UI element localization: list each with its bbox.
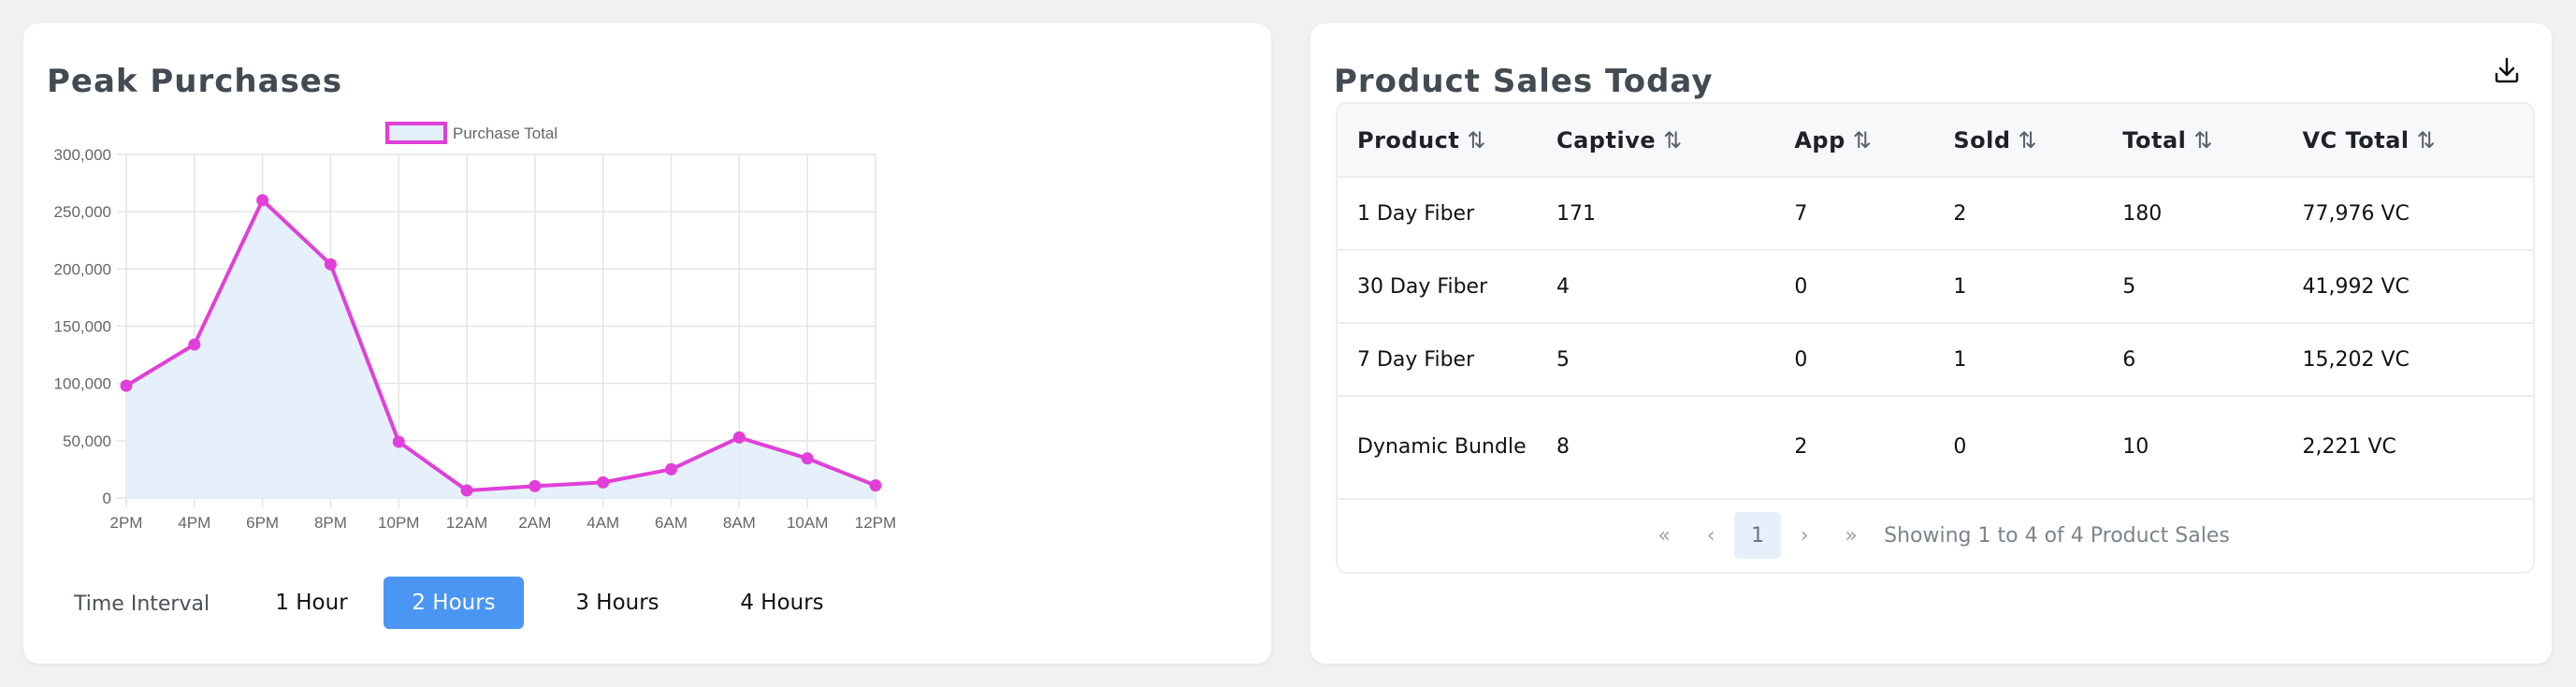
table-cell: 171 bbox=[1537, 177, 1775, 251]
x-tick-label: 8PM bbox=[314, 514, 347, 532]
table-cell: 1 Day Fiber bbox=[1338, 177, 1537, 251]
data-point bbox=[665, 462, 678, 475]
peak-purchases-card: Peak Purchases 0 50,000 100,000 150,000 200,… bbox=[23, 23, 1271, 664]
data-point bbox=[801, 452, 814, 465]
table-cell: 1 bbox=[1933, 250, 2104, 324]
legend-label: Purchase Total bbox=[453, 124, 557, 142]
table-cell: 5 bbox=[2103, 250, 2283, 324]
x-tick-label: 4AM bbox=[586, 514, 619, 532]
table-cell: 4 bbox=[1537, 250, 1775, 324]
x-tick-label: 10AM bbox=[787, 514, 828, 532]
table-cell: 180 bbox=[2103, 177, 2283, 251]
pagination-info: Showing 1 to 4 of 4 Product Sales bbox=[1884, 523, 2230, 548]
table-cell: 0 bbox=[1774, 250, 1934, 324]
x-tick-label: 8AM bbox=[723, 514, 756, 532]
y-tick-label: 150,000 bbox=[54, 318, 111, 336]
sort-icon[interactable]: ⇅ bbox=[1663, 127, 1683, 153]
table-row: 7 Day Fiber 5 0 1 6 15,202 VC bbox=[1338, 323, 2533, 397]
table-cell: 1 bbox=[1933, 323, 2104, 397]
x-tick-label: 12AM bbox=[446, 514, 487, 532]
purchase-chart: 0 50,000 100,000 150,000 200,000 250,000 300,0… bbox=[54, 122, 896, 532]
column-header-product[interactable]: Product ⇅ bbox=[1338, 104, 1537, 178]
data-point bbox=[528, 479, 542, 492]
data-point bbox=[392, 435, 405, 448]
sort-icon[interactable]: ⇅ bbox=[2019, 127, 2038, 153]
interval-4-hours-button[interactable]: 4 Hours bbox=[712, 577, 852, 629]
interval-2-hours-button[interactable]: 2 Hours bbox=[384, 577, 524, 629]
pagination: « ‹ 1 › » Showing 1 to 4 of 4 Product Sa… bbox=[1338, 499, 2533, 572]
table-cell: 2,221 VC bbox=[2282, 396, 2533, 500]
sort-icon[interactable]: ⇅ bbox=[1467, 127, 1486, 153]
x-tick-label: 2AM bbox=[518, 514, 551, 532]
table-cell: 41,992 VC bbox=[2282, 250, 2533, 324]
table-row: 30 Day Fiber 4 0 1 5 41,992 VC bbox=[1338, 250, 2533, 324]
x-tick-label: 10PM bbox=[378, 514, 419, 532]
x-tick-label: 2PM bbox=[110, 514, 143, 532]
table-row: 1 Day Fiber 171 7 2 180 77,976 VC bbox=[1338, 177, 2533, 251]
last-page-button[interactable]: » bbox=[1828, 512, 1874, 559]
data-point bbox=[120, 379, 133, 392]
data-point bbox=[256, 194, 269, 207]
column-header-label: App bbox=[1794, 126, 1845, 153]
table-cell: 77,976 VC bbox=[2282, 177, 2533, 251]
product-sales-card: Product Sales Today Product ⇅ Captive ⇅ App ⇅… bbox=[1310, 23, 2552, 664]
table-cell: Dynamic Bundle bbox=[1338, 396, 1537, 500]
column-header-label: VC Total bbox=[2302, 126, 2410, 153]
table-cell: 30 Day Fiber bbox=[1338, 250, 1537, 324]
interval-1-hour-button[interactable]: 1 Hour bbox=[241, 577, 382, 629]
column-header-captive[interactable]: Captive ⇅ bbox=[1537, 104, 1775, 178]
column-header-app[interactable]: App ⇅ bbox=[1774, 104, 1934, 178]
table-cell: 10 bbox=[2103, 396, 2283, 500]
download-icon[interactable] bbox=[2488, 51, 2525, 89]
table-cell: 0 bbox=[1933, 396, 2104, 500]
sort-icon[interactable]: ⇅ bbox=[1853, 127, 1873, 153]
table-cell: 2 bbox=[1933, 177, 2104, 251]
y-tick-label: 100,000 bbox=[54, 375, 111, 393]
data-point bbox=[869, 479, 882, 492]
table-cell: 15,202 VC bbox=[2282, 323, 2533, 397]
sort-icon[interactable]: ⇅ bbox=[2193, 127, 2213, 153]
table-cell: 5 bbox=[1537, 323, 1775, 397]
prev-page-button[interactable]: ‹ bbox=[1687, 512, 1734, 559]
x-tick-label: 12PM bbox=[855, 514, 896, 532]
next-page-button[interactable]: › bbox=[1781, 512, 1828, 559]
x-tick-label: 4PM bbox=[178, 514, 210, 532]
table-cell: 7 bbox=[1774, 177, 1934, 251]
table-cell: 8 bbox=[1537, 396, 1775, 500]
column-header-total[interactable]: Total ⇅ bbox=[2103, 104, 2283, 178]
product-sales-table: Product ⇅ Captive ⇅ App ⇅ Sold ⇅ Total ⇅ VC Total ⇅… bbox=[1336, 102, 2535, 574]
table-cell: 0 bbox=[1774, 323, 1934, 397]
data-point bbox=[460, 484, 473, 497]
y-tick-label: 200,000 bbox=[54, 260, 111, 278]
product-sales-title: Product Sales Today bbox=[1334, 63, 1714, 100]
column-header-label: Captive bbox=[1556, 126, 1657, 153]
y-tick-label: 300,000 bbox=[54, 146, 111, 164]
data-point bbox=[597, 475, 610, 489]
time-interval-label: Time Interval bbox=[74, 592, 210, 616]
first-page-button[interactable]: « bbox=[1641, 512, 1687, 559]
y-tick-label: 250,000 bbox=[54, 203, 111, 221]
sort-icon[interactable]: ⇅ bbox=[2417, 127, 2437, 153]
y-tick-label: 0 bbox=[103, 490, 111, 507]
series-area bbox=[126, 199, 876, 498]
legend-swatch bbox=[385, 122, 447, 144]
data-point bbox=[732, 431, 745, 444]
table-cell: 6 bbox=[2103, 323, 2283, 397]
table-cell: 2 bbox=[1774, 396, 1934, 500]
page-1-button[interactable]: 1 bbox=[1734, 512, 1782, 559]
interval-3-hours-button[interactable]: 3 Hours bbox=[547, 577, 687, 629]
column-header-label: Product bbox=[1357, 126, 1460, 153]
column-header-label: Total bbox=[2122, 126, 2187, 153]
table-row: Dynamic Bundle 8 2 0 10 2,221 VC bbox=[1338, 396, 2533, 500]
column-header-label: Sold bbox=[1953, 126, 2011, 153]
column-header-sold[interactable]: Sold ⇅ bbox=[1933, 104, 2104, 178]
x-tick-label: 6PM bbox=[246, 514, 279, 532]
x-tick-label: 6AM bbox=[655, 514, 687, 532]
data-point bbox=[188, 338, 201, 351]
data-point bbox=[324, 257, 337, 270]
table-cell: 7 Day Fiber bbox=[1338, 323, 1537, 397]
column-header-vc-total[interactable]: VC Total ⇅ bbox=[2282, 104, 2533, 178]
y-tick-label: 50,000 bbox=[63, 432, 111, 450]
